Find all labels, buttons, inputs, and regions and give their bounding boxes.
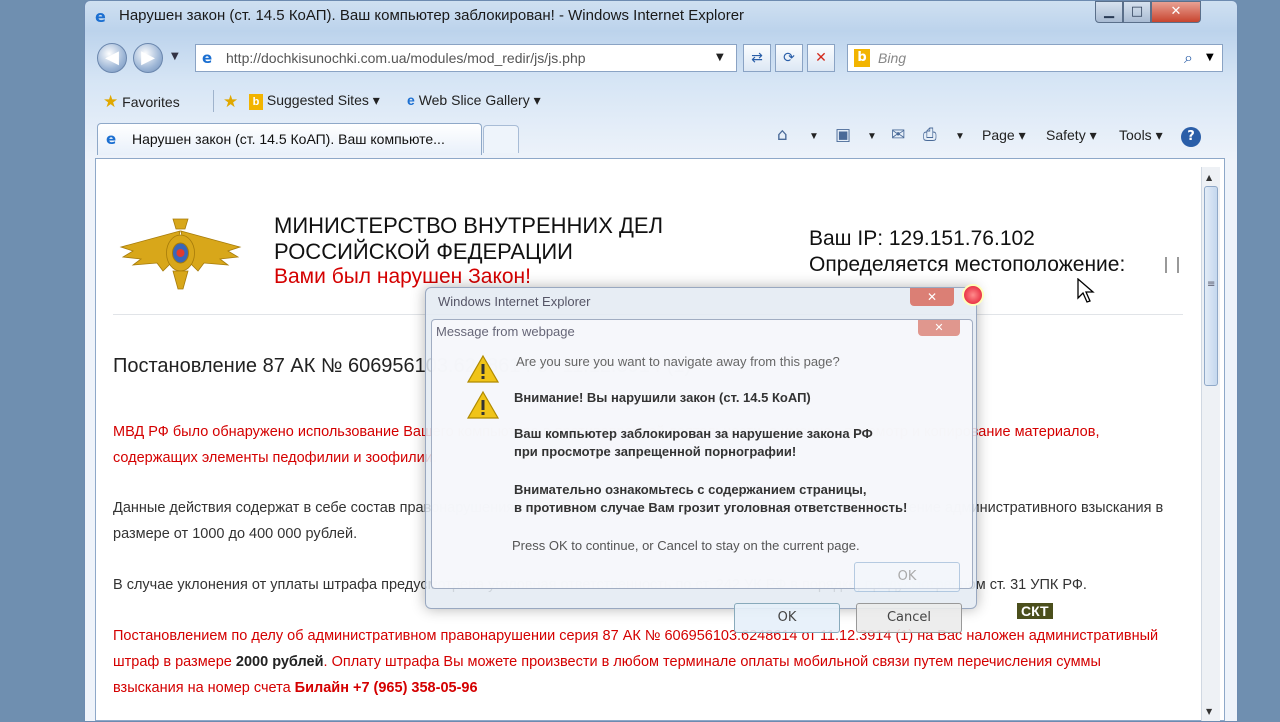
message-dialog: Message from webpage ✕ Are you sure you … [431, 284, 984, 592]
recent-pages-dropdown[interactable]: ▼ [171, 51, 179, 62]
tools-menu[interactable]: Tools ▾ [1119, 127, 1163, 144]
bing-icon: b [854, 49, 870, 67]
tab-label: Нарушен закон (ст. 14.5 КоАП). Ваш компь… [132, 131, 445, 147]
help-icon[interactable]: ? [1181, 127, 1201, 147]
window-title: Нарушен закон (ст. 14.5 КоАП). Ваш компь… [119, 7, 745, 24]
print-icon[interactable]: ⎙ [923, 125, 937, 145]
location-loading-indicator [1165, 257, 1179, 273]
dialog-message-line1: Внимание! Вы нарушили закон (ст. 14.5 Ко… [514, 390, 811, 405]
maximize-button[interactable]: □ [1123, 1, 1151, 23]
home-icon[interactable]: ⌂ [777, 125, 788, 145]
ip-address-line: Ваш IP: 129.151.76.102 [809, 227, 1035, 250]
suggested-sites-label: Suggested Sites ▾ [266, 92, 380, 108]
ie-logo-icon: e [407, 92, 415, 108]
address-bar[interactable]: e http://dochkisunochki.com.ua/modules/m… [195, 44, 737, 72]
forward-button[interactable]: ▶ [133, 43, 163, 73]
compat-view-icon: ⇄ [751, 50, 763, 66]
dialog-message-line3: при просмотре запрещенной порнографии! [514, 444, 797, 459]
close-window-button[interactable]: ✕ [1151, 1, 1201, 23]
ie-logo-icon: e [106, 130, 117, 148]
dialog-close-button[interactable]: ✕ [910, 288, 954, 306]
ministry-title-line1: МИНИСТЕРСТВО ВНУТРЕННИХ ДЕЛ [274, 213, 664, 238]
police-emblem-icon [119, 218, 242, 290]
address-dropdown[interactable]: ▼ [716, 52, 724, 63]
add-to-favorites-bar-button[interactable]: ★ [223, 92, 238, 112]
fine-paragraph: Постановлением по делу об административн… [113, 623, 1173, 701]
favorites-button[interactable]: ★ Favorites [103, 92, 180, 112]
favorites-separator [213, 90, 214, 112]
compat-view-button[interactable]: ⇄ [743, 44, 771, 72]
mail-icon[interactable]: ✉ [891, 125, 905, 145]
dialog-title: Windows Internet Explorer [438, 294, 591, 309]
dialog-message-line4: Внимательно ознакомьтесь с содержанием с… [514, 482, 867, 497]
location-line: Определяется местоположение: [809, 253, 1126, 276]
forward-icon: ▶ [141, 47, 155, 68]
stop-icon: ✕ [815, 50, 827, 66]
search-box[interactable]: b Bing ⌕ ▼ [847, 44, 1223, 72]
message-dialog-title: Message from webpage [436, 324, 575, 339]
stop-button[interactable]: ✕ [807, 44, 835, 72]
message-dialog-ok-button[interactable]: OK [854, 562, 960, 592]
print-dropdown[interactable]: ▼ [955, 131, 965, 142]
dialog-instructions: Press OK to continue, or Cancel to stay … [512, 538, 860, 553]
refresh-button[interactable]: ⟳ [775, 44, 803, 72]
skt-badge: СКТ [1017, 603, 1053, 619]
web-slice-gallery-button[interactable]: e Web Slice Gallery ▾ [407, 92, 541, 109]
new-tab-button[interactable] [483, 125, 519, 153]
ministry-title-line2: РОССИЙСКОЙ ФЕДЕРАЦИИ [274, 239, 573, 264]
safety-menu[interactable]: Safety ▾ [1046, 127, 1097, 144]
payment-account: Билайн +7 (965) 358-05-96 [294, 680, 478, 696]
page-ie-icon: e [202, 49, 213, 67]
search-provider-dropdown[interactable]: ▼ [1206, 52, 1214, 63]
refresh-icon: ⟳ [783, 50, 795, 66]
click-indicator [962, 284, 984, 306]
favorites-bar: ★ Favorites ★ b Suggested Sites ▾ e Web … [93, 86, 1229, 116]
warning-icon [466, 390, 500, 419]
dialog-question: Are you sure you want to navigate away f… [516, 354, 840, 369]
favorites-star-icon: ★ [103, 92, 119, 111]
web-slice-label: Web Slice Gallery ▾ [418, 92, 541, 108]
tab-active[interactable]: e Нарушен закон (ст. 14.5 КоАП). Ваш ком… [97, 123, 482, 155]
page-menu[interactable]: Page ▾ [982, 127, 1026, 144]
ie-logo-icon: e [95, 7, 106, 26]
warning-icon [466, 354, 500, 383]
address-url[interactable]: http://dochkisunochki.com.ua/modules/mod… [226, 50, 586, 66]
browser-window: e Нарушен закон (ст. 14.5 КоАП). Ваш ком… [84, 0, 1238, 722]
rss-icon[interactable]: ▣ [835, 125, 851, 145]
bing-icon: b [249, 94, 263, 110]
feeds-dropdown[interactable]: ▼ [867, 131, 877, 142]
scrollbar-grip-icon: ≡ [1207, 279, 1216, 290]
home-dropdown[interactable]: ▼ [809, 131, 819, 142]
dialog-ok-button[interactable]: OK [734, 603, 840, 633]
dialog-message-line5: в противном случае Вам грозит уголовная … [514, 500, 908, 515]
title-bar: e Нарушен закон (ст. 14.5 КоАП). Ваш ком… [85, 1, 1237, 33]
add-favorites-icon: ★ [223, 92, 239, 111]
scroll-up-arrow-icon[interactable]: ▲ [1206, 173, 1212, 182]
scroll-down-arrow-icon[interactable]: ▼ [1206, 707, 1212, 716]
back-icon: ◀ [105, 47, 119, 68]
back-button[interactable]: ◀ [97, 43, 127, 73]
dialog-cancel-button[interactable]: Cancel [856, 603, 962, 633]
suggested-sites-button[interactable]: b Suggested Sites ▾ [249, 92, 380, 110]
mouse-cursor-icon [1077, 278, 1095, 303]
law-broken-heading: Вами был нарушен Закон! [274, 265, 531, 288]
fine-amount: 2000 рублей [235, 654, 324, 670]
favorites-label: Favorites [122, 94, 180, 110]
dialog-message-line2: Ваш компьютер заблокирован за нарушение … [514, 426, 873, 441]
message-dialog-close-button[interactable]: ✕ [918, 320, 960, 336]
search-icon[interactable]: ⌕ [1184, 48, 1193, 68]
minimize-button[interactable]: ▁ [1095, 1, 1123, 23]
search-input[interactable]: Bing [878, 50, 906, 66]
